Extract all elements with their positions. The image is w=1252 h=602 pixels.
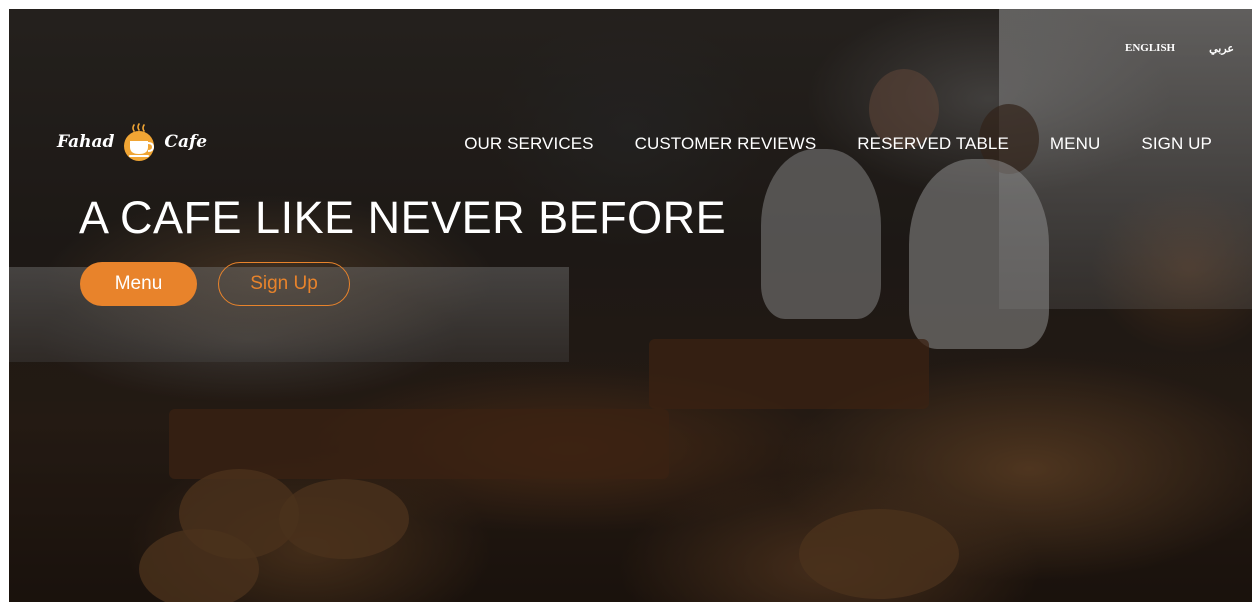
- sign-up-button[interactable]: Sign Up: [218, 262, 350, 306]
- logo-text-right: Cafe: [164, 132, 208, 152]
- main-navigation: OUR SERVICES CUSTOMER REVIEWS RESERVED T…: [464, 134, 1212, 154]
- nav-item-customer-reviews[interactable]: CUSTOMER REVIEWS: [635, 134, 817, 154]
- nav-item-menu[interactable]: MENU: [1050, 134, 1100, 154]
- nav-item-our-services[interactable]: OUR SERVICES: [464, 134, 593, 154]
- language-switcher: ENGLISH عربي: [1125, 42, 1234, 55]
- coffee-cup-icon: [124, 123, 155, 161]
- logo-text-left: Fahad: [57, 132, 115, 152]
- language-english-link[interactable]: ENGLISH: [1125, 42, 1175, 55]
- site-logo[interactable]: Fahad Cafe: [57, 122, 207, 162]
- nav-item-reserved-table[interactable]: RESERVED TABLE: [857, 134, 1009, 154]
- hero-cta-group: Menu Sign Up: [80, 262, 350, 306]
- hero-section: ENGLISH عربي Fahad Cafe OUR SERVICES CUS…: [9, 9, 1252, 602]
- hero-title: A CAFE LIKE NEVER BEFORE: [79, 192, 727, 243]
- nav-item-sign-up[interactable]: SIGN UP: [1141, 134, 1212, 154]
- language-arabic-link[interactable]: عربي: [1209, 42, 1234, 55]
- menu-button[interactable]: Menu: [80, 262, 197, 306]
